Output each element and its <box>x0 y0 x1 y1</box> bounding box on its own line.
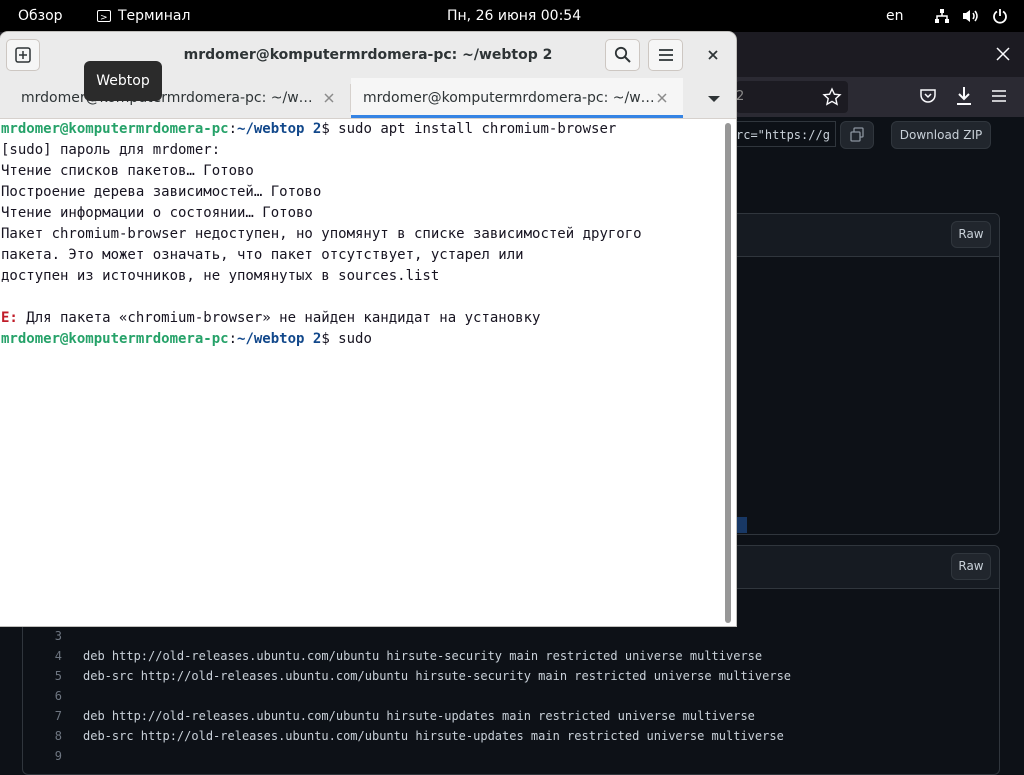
line-number: 7 <box>54 709 62 723</box>
search-button[interactable] <box>605 39 640 71</box>
raw-button[interactable]: Raw <box>951 553 991 580</box>
output-line: Чтение списков пакетов… Готово <box>1 163 254 179</box>
line-number: 4 <box>54 649 62 663</box>
embed-code-input[interactable]: rc="https://g <box>736 121 836 147</box>
chevron-down-icon[interactable] <box>707 94 721 104</box>
clock[interactable]: Пн, 26 июня 00:54 <box>447 0 581 32</box>
prompt-line: mrdomer@komputermrdomera-pc:~/webtop 2$ … <box>1 119 616 140</box>
code-line: 7 deb http://old-releases.ubuntu.com/ubun… <box>0 706 1000 726</box>
system-menu[interactable] <box>934 0 1008 32</box>
url-text: 2 <box>736 89 745 104</box>
code-line: 9 <box>0 746 1000 766</box>
copy-button[interactable] <box>840 121 874 149</box>
terminal-window: mrdomer@komputermrdomera-pc: ~/webtop 2 … <box>0 32 736 626</box>
download-icon[interactable] <box>955 86 973 106</box>
command-text: sudo apt install chromium-browser <box>338 121 617 137</box>
line-content: deb http://old-releases.ubuntu.com/ubunt… <box>83 709 755 723</box>
output-line: Чтение информации о состоянии… Готово <box>1 205 313 221</box>
prompt-user: mrdomer@komputermrdomera-pc <box>1 121 229 137</box>
error-prefix: E: <box>1 310 18 326</box>
prompt-path: ~/webtop 2 <box>237 121 322 137</box>
prompt-line: mrdomer@komputermrdomera-pc:~/webtop 2$ … <box>1 329 372 350</box>
hamburger-menu-icon <box>659 49 673 61</box>
prompt-dollar: $ <box>321 121 339 137</box>
prompt-dollar: $ <box>321 331 339 347</box>
bookmark-star-icon[interactable] <box>822 87 842 107</box>
scrollbar[interactable] <box>723 123 733 623</box>
code-line: 3 <box>0 626 1000 646</box>
gist-file-panel: Raw <box>690 213 1000 535</box>
keyboard-layout-indicator[interactable]: en <box>886 0 904 32</box>
terminal-icon <box>97 2 111 34</box>
power-icon <box>993 9 1007 24</box>
tab-1[interactable]: mrdomer@komputermrdomera-pc: ~/w… <box>0 78 350 118</box>
app-menu-label: Терминал <box>118 8 191 24</box>
line-number: 8 <box>54 729 62 743</box>
line-content: deb http://old-releases.ubuntu.com/ubunt… <box>83 649 763 663</box>
new-tab-icon <box>15 47 31 63</box>
app-menu-button[interactable]: Терминал <box>97 0 191 34</box>
output-line: [sudo] пароль для mrdomer: <box>1 142 221 158</box>
main-menu-button[interactable] <box>648 39 683 71</box>
output-line: Построение дерева зависимостей… Готово <box>1 184 322 200</box>
command-text: sudo <box>338 331 372 347</box>
error-message: Для пакета «chromium-browser» не найден … <box>17 310 541 326</box>
prompt-path: ~/webtop 2 <box>237 331 322 347</box>
line-content: deb-src http://old-releases.ubuntu.com/u… <box>83 669 792 683</box>
network-icon <box>935 9 949 23</box>
line-number: 6 <box>54 689 62 703</box>
tooltip: Webtop <box>84 61 162 101</box>
prompt-colon: : <box>228 331 238 347</box>
gnome-top-bar: Обзор Терминал Пн, 26 июня 00:54 en <box>0 0 1024 34</box>
output-line: пакета. Это может означать, что пакет от… <box>1 247 524 263</box>
tab-label: mrdomer@komputermrdomera-pc: ~/w… <box>363 90 655 106</box>
line-number: 3 <box>54 629 62 643</box>
close-icon[interactable] <box>994 45 1012 63</box>
code-line: 8 deb-src http://old-releases.ubuntu.com/… <box>0 726 1000 746</box>
output-line: Пакет chromium-browser недоступен, но уп… <box>1 226 642 242</box>
line-number: 9 <box>54 749 62 763</box>
search-icon <box>614 46 631 63</box>
line-content: deb-src http://old-releases.ubuntu.com/u… <box>83 729 784 743</box>
line-number: 5 <box>54 669 62 683</box>
download-zip-button[interactable]: Download ZIP <box>891 121 991 149</box>
output-line: доступен из источников, не упомянутых в … <box>1 268 440 284</box>
code-line: 6 <box>0 686 1000 706</box>
copy-icon <box>850 127 864 142</box>
prompt-colon: : <box>228 121 238 137</box>
tab-label: mrdomer@komputermrdomera-pc: ~/w… <box>21 90 313 106</box>
tab-2-active[interactable]: mrdomer@komputermrdomera-pc: ~/w… <box>351 78 683 118</box>
raw-button[interactable]: Raw <box>951 221 991 248</box>
new-tab-button[interactable] <box>6 39 40 71</box>
prompt-user: mrdomer@komputermrdomera-pc <box>1 331 229 347</box>
pocket-icon[interactable] <box>919 87 937 105</box>
close-icon[interactable] <box>703 45 723 65</box>
terminal-output[interactable]: mrdomer@komputermrdomera-pc:~/webtop 2$ … <box>0 119 722 626</box>
scrollbar-thumb[interactable] <box>725 123 731 623</box>
activities-button[interactable]: Обзор <box>18 0 63 32</box>
file-header: Raw <box>691 214 999 257</box>
volume-icon <box>963 10 978 22</box>
close-icon[interactable] <box>322 91 336 105</box>
hamburger-menu-icon[interactable] <box>991 89 1007 103</box>
error-line: E: Для пакета «chromium-browser» не найд… <box>1 308 540 329</box>
code-line: 5 deb-src http://old-releases.ubuntu.com/… <box>0 666 1000 686</box>
code-line: 4 deb http://old-releases.ubuntu.com/ubun… <box>0 646 1000 666</box>
close-icon[interactable] <box>655 91 669 105</box>
